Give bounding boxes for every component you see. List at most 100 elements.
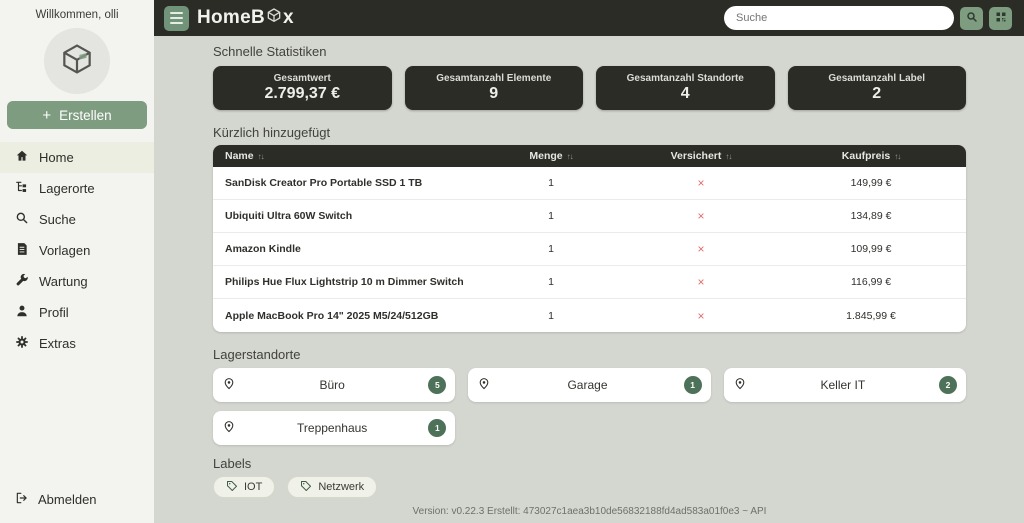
locations-section-title: Lagerstandorte: [213, 347, 966, 362]
label-chip-text: Netzwerk: [318, 481, 364, 493]
column-header-name[interactable]: Name ↑↓: [213, 150, 476, 162]
item-price: 1.845,99 €: [776, 310, 966, 322]
sidebar-item-suche[interactable]: Suche: [0, 204, 154, 235]
stat-label: Gesamtanzahl Label: [828, 73, 925, 84]
table-row[interactable]: Ubiquiti Ultra 60W Switch 1 × 134,89 €: [213, 200, 966, 233]
wrench-icon: [15, 273, 29, 290]
location-count-badge: 1: [428, 419, 446, 437]
search-input[interactable]: [724, 6, 954, 30]
home-icon: [15, 149, 29, 166]
stat-card-standorte: Gesamtanzahl Standorte 4: [596, 66, 775, 110]
item-quantity: 1: [476, 243, 626, 255]
table-row[interactable]: Amazon Kindle 1 × 109,99 €: [213, 233, 966, 266]
sidebar-item-lagerorte[interactable]: Lagerorte: [0, 173, 154, 204]
stats-section-title: Schnelle Statistiken: [213, 44, 966, 59]
create-button[interactable]: + Erstellen: [7, 101, 147, 129]
document-icon: [15, 242, 29, 259]
sort-icon: ↑↓: [725, 152, 731, 161]
table-row[interactable]: Apple MacBook Pro 14" 2025 M5/24/512GB 1…: [213, 299, 966, 332]
plus-icon: +: [42, 108, 51, 123]
column-label: Versichert: [671, 150, 722, 162]
app-logo-text-suffix: x: [283, 7, 294, 29]
sidebar-item-home[interactable]: Home: [0, 142, 154, 173]
location-card-treppenhaus[interactable]: Treppenhaus 1: [213, 411, 455, 445]
column-header-versichert[interactable]: Versichert ↑↓: [626, 150, 776, 162]
qr-scan-button[interactable]: [989, 7, 1012, 30]
search-icon: [15, 211, 29, 228]
location-name: Keller IT: [747, 378, 939, 392]
labels-section-title: Labels: [213, 456, 966, 471]
column-label: Kaufpreis: [842, 150, 890, 162]
stat-value: 2: [872, 85, 881, 103]
sidebar-item-label: Lagerorte: [39, 181, 95, 196]
create-button-label: Erstellen: [59, 108, 112, 123]
location-count-badge: 1: [684, 376, 702, 394]
column-label: Menge: [529, 150, 562, 162]
stat-card-gesamtwert: Gesamtwert 2.799,37 €: [213, 66, 392, 110]
stats-row: Gesamtwert 2.799,37 € Gesamtanzahl Eleme…: [213, 66, 966, 110]
sidebar-item-profil[interactable]: Profil: [0, 297, 154, 328]
tag-icon: [300, 480, 312, 495]
search-icon: [966, 11, 978, 26]
hamburger-menu-button[interactable]: [164, 6, 189, 31]
main-area: HomeB x: [154, 0, 1024, 523]
item-name: Philips Hue Flux Lightstrip 10 m Dimmer …: [213, 276, 476, 288]
welcome-text: Willkommen, olli: [0, 0, 154, 21]
item-quantity: 1: [476, 310, 626, 322]
person-icon: [15, 304, 29, 321]
recent-items-table: Name ↑↓ Menge ↑↓ Versichert ↑↓ Kaufpreis…: [213, 145, 966, 332]
label-chip-text: IOT: [244, 481, 262, 493]
app-window: Willkommen, olli + Erstellen Home: [0, 0, 1024, 523]
avatar[interactable]: [44, 28, 110, 94]
logout-button[interactable]: Abmelden: [0, 484, 154, 515]
item-name: Amazon Kindle: [213, 243, 476, 255]
item-price: 116,99 €: [776, 276, 966, 288]
location-card-keller-it[interactable]: Keller IT 2: [724, 368, 966, 402]
location-name: Garage: [491, 378, 683, 392]
item-name: Apple MacBook Pro 14" 2025 M5/24/512GB: [213, 310, 476, 322]
stat-card-elemente: Gesamtanzahl Elemente 9: [405, 66, 584, 110]
sidebar-item-label: Profil: [39, 305, 69, 320]
sort-icon: ↑↓: [894, 152, 900, 161]
table-row[interactable]: Philips Hue Flux Lightstrip 10 m Dimmer …: [213, 266, 966, 299]
location-card-garage[interactable]: Garage 1: [468, 368, 710, 402]
search-submit-button[interactable]: [960, 7, 983, 30]
column-label: Name: [225, 150, 254, 162]
sidebar-item-label: Wartung: [39, 274, 88, 289]
column-header-kaufpreis[interactable]: Kaufpreis ↑↓: [776, 150, 966, 162]
topbar-search: [724, 6, 1012, 30]
column-header-menge[interactable]: Menge ↑↓: [476, 150, 626, 162]
content: Schnelle Statistiken Gesamtwert 2.799,37…: [154, 36, 1024, 523]
item-price: 109,99 €: [776, 243, 966, 255]
table-row[interactable]: SanDisk Creator Pro Portable SSD 1 TB 1 …: [213, 167, 966, 200]
location-count-badge: 5: [428, 376, 446, 394]
label-chips: IOT Netzwerk: [213, 476, 966, 498]
sidebar-item-extras[interactable]: Extras: [0, 328, 154, 359]
locations-grid: Büro 5 Garage 1 Keller IT 2: [213, 368, 966, 445]
stat-value: 9: [489, 85, 498, 103]
label-chip-iot[interactable]: IOT: [213, 476, 275, 498]
not-insured-icon: ×: [697, 275, 704, 289]
not-insured-icon: ×: [697, 176, 704, 190]
sidebar-item-vorlagen[interactable]: Vorlagen: [0, 235, 154, 266]
app-logo-text-prefix: HomeB: [197, 7, 265, 29]
stat-label: Gesamtanzahl Standorte: [627, 73, 744, 84]
tree-icon: [15, 180, 29, 197]
item-quantity: 1: [476, 210, 626, 222]
location-pin-icon: [222, 419, 236, 438]
not-insured-icon: ×: [697, 209, 704, 223]
sort-icon: ↑↓: [258, 152, 264, 161]
gear-icon: [15, 335, 29, 352]
location-card-buero[interactable]: Büro 5: [213, 368, 455, 402]
label-chip-netzwerk[interactable]: Netzwerk: [287, 476, 377, 498]
sidebar-item-label: Extras: [39, 336, 76, 351]
stat-label: Gesamtanzahl Elemente: [436, 73, 551, 84]
item-price: 134,89 €: [776, 210, 966, 222]
sidebar-item-wartung[interactable]: Wartung: [0, 266, 154, 297]
topbar: HomeB x: [154, 0, 1024, 36]
qr-scan-icon: [995, 11, 1007, 26]
table-header: Name ↑↓ Menge ↑↓ Versichert ↑↓ Kaufpreis…: [213, 145, 966, 167]
sidebar: Willkommen, olli + Erstellen Home: [0, 0, 154, 523]
sidebar-item-label: Vorlagen: [39, 243, 90, 258]
box-logo-icon: [58, 40, 96, 83]
